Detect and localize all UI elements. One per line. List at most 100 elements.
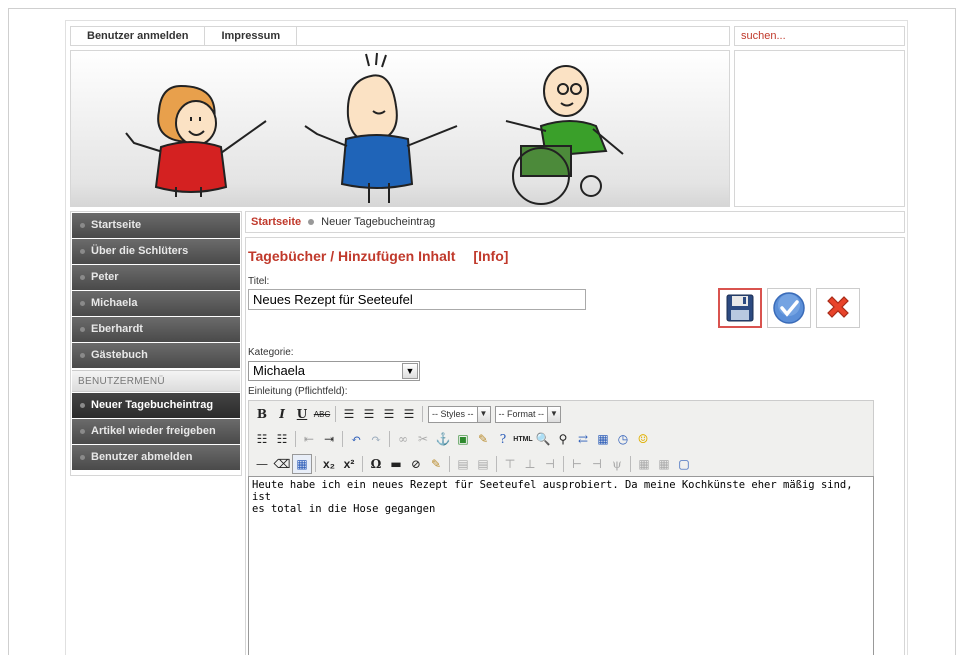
special-char-icon[interactable]: Ω (366, 454, 386, 474)
sidebar-item-label: Artikel wieder freigeben (91, 425, 216, 437)
merge-cells-icon[interactable]: ▦ (654, 454, 674, 474)
split-cells-icon[interactable]: ▦ (634, 454, 654, 474)
row-before-icon[interactable]: ⊤ (500, 454, 520, 474)
breadcrumb-home-link[interactable]: Startseite (251, 216, 301, 228)
anchor-icon[interactable]: ⚓ (433, 429, 453, 449)
emoticon-icon[interactable]: ☺ (633, 429, 653, 449)
insert-layer-icon[interactable]: ▬ (386, 454, 406, 474)
indent-icon[interactable]: ⇥ (319, 429, 339, 449)
page-heading: Tagebücher / Hinzufügen Inhalt (248, 248, 456, 264)
category-label: Kategorie: (248, 347, 294, 358)
align-right-icon[interactable]: ☰ (379, 404, 399, 424)
redo-icon[interactable]: ↷ (366, 429, 386, 449)
insert-date-icon[interactable]: ▦ (593, 429, 613, 449)
find-icon[interactable]: ⚲ (553, 429, 573, 449)
visual-aid-icon[interactable]: ▦ (292, 454, 312, 474)
format-select[interactable]: -- Format -- ▼ (494, 405, 561, 423)
search-input[interactable] (734, 26, 905, 46)
save-button[interactable] (718, 288, 762, 328)
link-icon[interactable]: ∞ (393, 429, 413, 449)
table-icon[interactable]: ▤ (453, 454, 473, 474)
bullet-icon (80, 428, 85, 434)
help-icon[interactable]: ? (493, 429, 513, 449)
align-justify-icon[interactable]: ☰ (399, 404, 419, 424)
delete-col-icon[interactable]: ψ (607, 454, 627, 474)
styles-select[interactable]: -- Styles -- ▼ (428, 405, 491, 423)
bullet-icon (80, 454, 85, 460)
toolbar-row-1: B I U ABC ☰ ☰ ☰ ☰ -- Styles -- ▼ -- Forma… (252, 403, 563, 425)
login-link[interactable]: Benutzer anmelden (71, 27, 206, 45)
italic-icon[interactable]: I (272, 404, 292, 424)
title-field[interactable] (248, 289, 586, 310)
outdent-icon[interactable]: ⇤ (299, 429, 319, 449)
breadcrumb: Startseite Neuer Tagebucheintrag (245, 211, 905, 233)
separator-icon (308, 219, 315, 226)
table-props-icon[interactable]: ▤ (473, 454, 493, 474)
preview-icon[interactable]: 🔍 (533, 429, 553, 449)
col-before-icon[interactable]: ⊢ (567, 454, 587, 474)
sidebar-item-michaela[interactable]: Michaela (72, 291, 240, 316)
floppy-disk-icon (726, 294, 754, 322)
top-navigation: Benutzer anmelden Impressum (70, 26, 730, 46)
apply-button[interactable] (767, 288, 811, 328)
sidebar-item-label: Benutzer abmelden (91, 451, 193, 463)
sidebar-item-ueber[interactable]: Über die Schlüters (72, 239, 240, 264)
divider (563, 456, 564, 472)
sidebar-item-startseite[interactable]: Startseite (72, 213, 240, 238)
align-left-icon[interactable]: ☰ (339, 404, 359, 424)
sidebar-menu: Startseite Über die Schlüters Peter Mich… (70, 211, 242, 476)
cancel-button[interactable] (816, 288, 860, 328)
flash-icon[interactable]: ⊘ (406, 454, 426, 474)
divider (335, 406, 336, 422)
row-after-icon[interactable]: ⊥ (520, 454, 540, 474)
sidebar-item-eberhardt[interactable]: Eberhardt (72, 317, 240, 342)
bullet-icon (80, 222, 85, 228)
delete-row-icon[interactable]: ⊣ (540, 454, 560, 474)
bullet-icon (80, 248, 85, 254)
breadcrumb-current: Neuer Tagebucheintrag (321, 216, 436, 228)
impressum-link[interactable]: Impressum (205, 27, 298, 45)
insert-time-icon[interactable]: ◷ (613, 429, 633, 449)
sidebar-item-release-articles[interactable]: Artikel wieder freigeben (72, 419, 240, 444)
subscript-icon[interactable]: x₂ (319, 454, 339, 474)
user-menu-header: BENUTZERMENÜ (72, 370, 240, 392)
divider (315, 456, 316, 472)
superscript-icon[interactable]: x² (339, 454, 359, 474)
sidebar-item-gaestebuch[interactable]: Gästebuch (72, 343, 240, 368)
image-icon[interactable]: ▣ (453, 429, 473, 449)
cleanup-icon[interactable]: ✎ (473, 429, 493, 449)
divider (389, 431, 390, 447)
horizontal-rule-icon[interactable]: — (252, 454, 272, 474)
close-icon (827, 296, 849, 318)
sidebar-item-label: Peter (91, 271, 119, 283)
remove-format-icon[interactable]: ⌫ (272, 454, 292, 474)
editor-toolbar: B I U ABC ☰ ☰ ☰ ☰ -- Styles -- ▼ -- Forma… (248, 400, 874, 476)
undo-icon[interactable]: ↶ (346, 429, 366, 449)
toolbar-row-3: — ⌫ ▦ x₂ x² Ω ▬ ⊘ ✎ ▤ ▤ ⊤ ⊥ ⊣ ⊢ ⊣ ψ ▦ ▦ … (252, 453, 694, 475)
toolbar-row-2: ☷ ☷ ⇤ ⇥ ↶ ↷ ∞ ✂ ⚓ ▣ ✎ ? HTML 🔍 ⚲ ⇄ ▦ ◷ ☺ (252, 428, 653, 450)
sidebar-item-peter[interactable]: Peter (72, 265, 240, 290)
divider (630, 456, 631, 472)
info-link[interactable]: [Info] (473, 248, 508, 264)
replace-icon[interactable]: ⇄ (573, 429, 593, 449)
chevron-down-icon: ▼ (547, 406, 560, 422)
sidebar-item-new-entry[interactable]: Neuer Tagebucheintrag (72, 393, 240, 418)
fullscreen-icon[interactable]: ▢ (674, 454, 694, 474)
bold-icon[interactable]: B (252, 404, 272, 424)
edit-attributes-icon[interactable]: ✎ (426, 454, 446, 474)
chevron-down-icon: ▼ (402, 363, 418, 379)
col-after-icon[interactable]: ⊣ (587, 454, 607, 474)
sidebar-item-label: Eberhardt (91, 323, 143, 335)
align-center-icon[interactable]: ☰ (359, 404, 379, 424)
numbered-list-icon[interactable]: ☷ (272, 429, 292, 449)
sidebar-item-logout[interactable]: Benutzer abmelden (72, 445, 240, 470)
intro-editor[interactable]: Heute habe ich ein neues Rezept für Seet… (248, 476, 874, 655)
bullet-list-icon[interactable]: ☷ (252, 429, 272, 449)
underline-icon[interactable]: U (292, 404, 312, 424)
category-select[interactable]: Michaela ▼ (248, 361, 420, 381)
strikethrough-icon[interactable]: ABC (312, 404, 332, 424)
sidebar-item-label: Neuer Tagebucheintrag (91, 399, 214, 411)
html-source-icon[interactable]: HTML (513, 429, 533, 449)
divider (449, 456, 450, 472)
unlink-icon[interactable]: ✂ (413, 429, 433, 449)
